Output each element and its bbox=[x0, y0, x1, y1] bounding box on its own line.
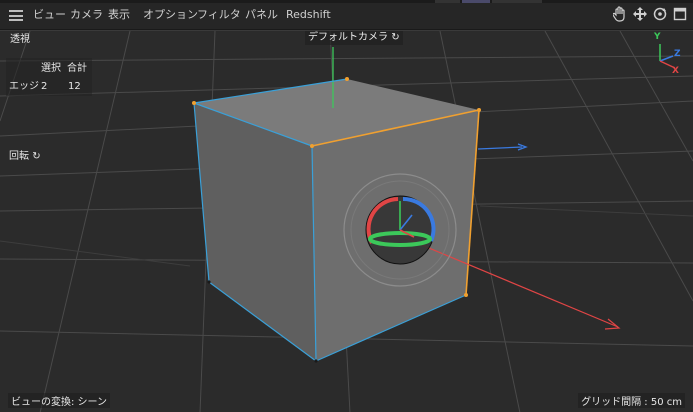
cube-face-left[interactable] bbox=[194, 103, 316, 361]
menu-panel[interactable]: パネル bbox=[245, 7, 278, 23]
menu-display[interactable]: 表示 bbox=[108, 7, 130, 23]
maximize-view-icon[interactable] bbox=[672, 6, 688, 24]
hamburger-menu-icon[interactable] bbox=[9, 10, 23, 21]
axis-label-z: Z bbox=[674, 49, 681, 59]
menu-view[interactable]: ビュー bbox=[33, 7, 66, 23]
menu-options[interactable]: オプション bbox=[143, 7, 198, 23]
camera-selector[interactable]: デフォルトカメラ ↻ bbox=[305, 31, 403, 45]
menu-filter[interactable]: フィルタ bbox=[197, 7, 241, 23]
grid-spacing-label: グリッド間隔 : 50 cm bbox=[578, 393, 685, 408]
hud-header-select: 選択 bbox=[41, 63, 61, 74]
hud-row-total: 12 bbox=[68, 81, 81, 92]
rotate-cycle-icon[interactable]: ↻ bbox=[32, 151, 40, 162]
view-name-label[interactable]: 透視 bbox=[10, 33, 30, 46]
view-transform-label: ビューの変換: シーン bbox=[8, 393, 111, 408]
3d-viewport[interactable] bbox=[0, 30, 693, 412]
axis-label-x: X bbox=[672, 66, 679, 76]
viewport-scene[interactable] bbox=[0, 31, 693, 412]
hud-row-label: エッジ bbox=[9, 81, 39, 92]
camera-cycle-icon[interactable]: ↻ bbox=[391, 32, 399, 43]
axis-label-y: Y bbox=[654, 32, 661, 42]
hand-pan-icon[interactable] bbox=[612, 6, 628, 24]
tab-indicator bbox=[435, 0, 460, 3]
menu-redshift[interactable]: Redshift bbox=[286, 7, 331, 23]
rotate-mode-label[interactable]: 回転 ↻ bbox=[9, 150, 41, 163]
rotate-label-text: 回転 bbox=[9, 151, 29, 162]
viewport-menubar: ビュー カメラ 表示 オプション フィルタ パネル Redshift bbox=[0, 0, 693, 30]
tab-indicator bbox=[492, 0, 542, 3]
menu-camera[interactable]: カメラ bbox=[70, 7, 103, 23]
tab-strip bbox=[0, 0, 693, 3]
camera-name-label: デフォルトカメラ bbox=[308, 32, 388, 43]
rotate-orbit-icon[interactable] bbox=[652, 6, 668, 24]
hud-header-total: 合計 bbox=[67, 63, 87, 74]
cinema4d-viewport-window: ビュー カメラ 表示 オプション フィルタ パネル Redshift Y Z X… bbox=[0, 0, 693, 412]
move-arrows-icon[interactable] bbox=[632, 6, 648, 24]
world-z-axis-line bbox=[477, 146, 523, 150]
hud-row-select: 2 bbox=[41, 81, 48, 92]
tab-indicator bbox=[462, 0, 490, 3]
